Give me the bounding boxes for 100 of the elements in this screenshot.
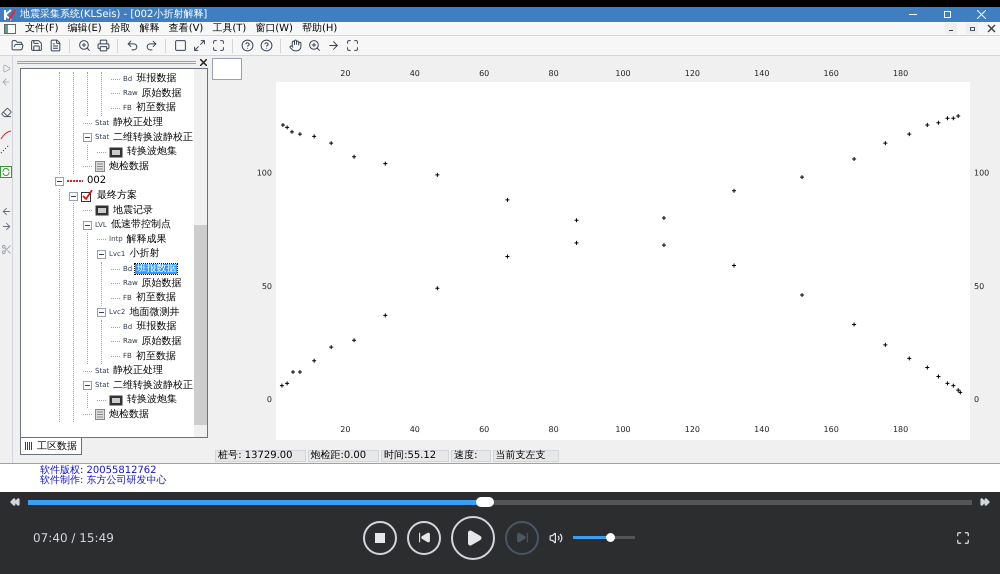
- menu-item[interactable]: 窗口(W): [255, 24, 293, 34]
- rewind-icon[interactable]: [10, 497, 20, 507]
- previous-button[interactable]: [407, 520, 441, 554]
- data-point: [298, 370, 303, 375]
- volume-icon[interactable]: [549, 530, 563, 544]
- data-point: [352, 338, 357, 343]
- menu-item[interactable]: 文件(F): [25, 24, 59, 34]
- status-field: 时间:55.12: [381, 450, 450, 462]
- collapse-toggle-icon[interactable]: [97, 308, 106, 318]
- tree-item[interactable]: 班报数据: [135, 322, 178, 332]
- data-point: [435, 172, 440, 178]
- mdi-minimize-button[interactable]: [945, 23, 957, 34]
- tree-item[interactable]: 炮检数据: [108, 162, 150, 172]
- close-icon[interactable]: [200, 58, 208, 66]
- x-tick-label: 80: [548, 425, 559, 434]
- collapse-toggle-icon[interactable]: [69, 192, 78, 201]
- y-tick-label: 100: [256, 168, 272, 178]
- tree-item[interactable]: 转换波炮集: [126, 147, 178, 158]
- collapse-toggle-icon[interactable]: [83, 133, 92, 142]
- tree-item[interactable]: 原始数据: [140, 336, 183, 347]
- tree-item[interactable]: 初至数据: [134, 293, 177, 304]
- data-point: [800, 174, 805, 180]
- data-point: [662, 215, 667, 220]
- tree-item[interactable]: 002: [86, 176, 108, 186]
- x-tick-label: 40: [410, 69, 420, 78]
- progress-thumb[interactable]: [476, 496, 494, 506]
- list-icon: [95, 161, 105, 172]
- tree-item[interactable]: 最终方案: [96, 191, 138, 202]
- data-point: [298, 132, 303, 137]
- tree-item[interactable]: 二维转换波静校正: [112, 132, 194, 143]
- mdi-close-icon[interactable]: [987, 24, 996, 33]
- tree-item[interactable]: 转换波炮集: [126, 395, 178, 406]
- collapse-toggle-icon[interactable]: [55, 176, 64, 186]
- x-tick-label: 80: [548, 69, 559, 78]
- volume-thumb[interactable]: [606, 533, 616, 542]
- data-point: [505, 254, 510, 259]
- menu-item[interactable]: 帮助(H): [302, 24, 338, 34]
- collapse-toggle-icon[interactable]: [83, 381, 92, 390]
- x-tick-label: 140: [754, 69, 770, 78]
- collapse-toggle-icon[interactable]: [97, 250, 106, 259]
- stop-button[interactable]: [363, 520, 397, 554]
- tree-item[interactable]: 小折射: [128, 249, 160, 260]
- x-tick-label: 180: [893, 69, 908, 78]
- tree-item[interactable]: 炮检数据: [108, 410, 150, 420]
- progress-track[interactable]: [28, 500, 972, 504]
- corner-box: [212, 58, 242, 80]
- tree-item[interactable]: 初至数据: [134, 352, 177, 362]
- y-tick-label: 50: [974, 282, 984, 291]
- data-point: [505, 197, 510, 202]
- menu-item[interactable]: 解释: [140, 24, 160, 34]
- volume-track[interactable]: [573, 536, 635, 539]
- y-tick-label: 0: [974, 395, 980, 404]
- data-point: [435, 286, 440, 291]
- tree-item[interactable]: 原始数据: [140, 278, 183, 289]
- tree-item[interactable]: 初至数据: [134, 103, 177, 114]
- collapse-toggle-icon[interactable]: [83, 220, 92, 230]
- fullscreen-icon[interactable]: [956, 530, 970, 544]
- tree-item[interactable]: 班报数据: [135, 74, 178, 84]
- screen-icon: [109, 394, 123, 406]
- scrollbar[interactable]: [194, 69, 208, 437]
- mdi-restore-button[interactable]: [966, 23, 978, 34]
- window-title: 地震采集系统(KLSeis) - [002小折射解释]: [20, 10, 208, 20]
- menu-item[interactable]: 拾取: [110, 24, 131, 34]
- tree-item[interactable]: 静校正处理: [112, 366, 164, 376]
- left-arrow-icon[interactable]: [0, 206, 12, 217]
- data-point: [662, 242, 667, 248]
- x-tick-label: 160: [824, 425, 840, 434]
- stop-icon: [375, 532, 385, 542]
- menu-item[interactable]: 编辑(E): [68, 24, 102, 34]
- play-button[interactable]: [451, 516, 495, 560]
- menu-item[interactable]: 工具(T): [212, 24, 246, 34]
- checkbox-icon: [81, 190, 93, 202]
- data-point: [852, 156, 857, 162]
- refresh-icon[interactable]: [0, 166, 12, 178]
- fast-forward-icon[interactable]: [980, 497, 990, 507]
- menu-item[interactable]: 查看(V): [168, 24, 204, 34]
- data-point: [328, 140, 334, 146]
- log-line: 软件版权: 20055812762: [40, 466, 157, 476]
- tab[interactable]: 工区数据: [20, 438, 82, 455]
- x-tick-label: 60: [479, 425, 490, 434]
- time-display: 07:40 / 15:49: [33, 530, 115, 546]
- tree-item[interactable]: 静校正处理: [112, 118, 164, 128]
- x-tick-label: 180: [893, 425, 908, 434]
- status-field: 桩号: 13729.00: [215, 450, 306, 462]
- y-tick-label: 100: [974, 168, 990, 178]
- right-arrow-icon[interactable]: [0, 221, 12, 232]
- tree-item[interactable]: 原始数据: [140, 88, 183, 99]
- x-tick-label: 120: [685, 425, 700, 434]
- list-icon: [95, 409, 105, 420]
- tree-item[interactable]: 二维转换波静校正: [112, 380, 194, 391]
- status-field: 速度:: [451, 450, 491, 462]
- tree-item[interactable]: 地面微测井: [128, 308, 180, 318]
- curve-icon[interactable]: [0, 130, 12, 140]
- x-tick-label: 20: [340, 425, 351, 434]
- data-point: [925, 365, 930, 370]
- tree-item[interactable]: 解释成果: [126, 234, 168, 245]
- tree-item[interactable]: 地震记录: [112, 206, 154, 216]
- tree-item[interactable]: 低速带控制点: [110, 220, 172, 230]
- y-tick-label: 0: [267, 395, 272, 404]
- eraser-icon[interactable]: [0, 107, 12, 118]
